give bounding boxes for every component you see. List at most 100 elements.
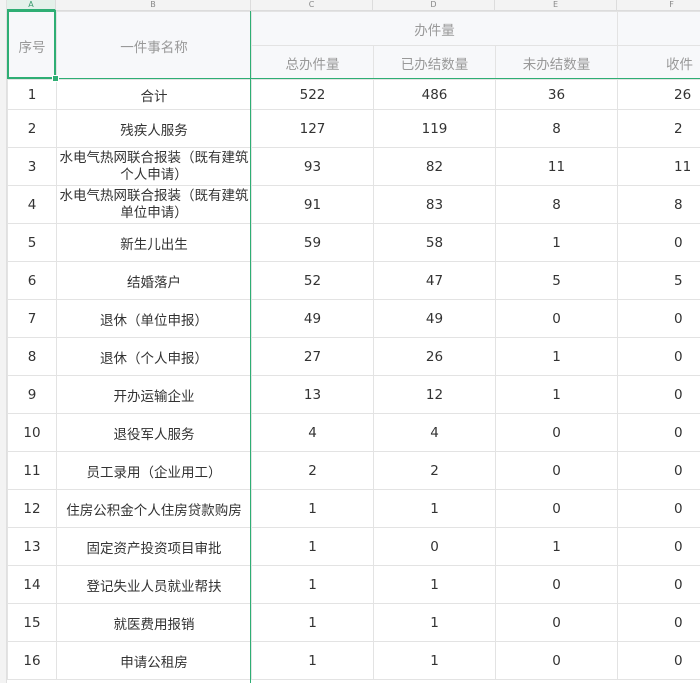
cell-received[interactable]: 0 xyxy=(617,565,700,604)
cell-pending[interactable]: 0 xyxy=(494,565,619,604)
cell-done[interactable]: 0 xyxy=(373,527,496,566)
cell-pending[interactable]: 5 xyxy=(494,261,619,300)
cell-pending[interactable]: 1 xyxy=(494,337,619,376)
cell-name[interactable]: 开办运输企业 xyxy=(56,375,252,414)
cell-done[interactable]: 49 xyxy=(373,299,496,338)
cell-total[interactable]: 49 xyxy=(251,299,374,338)
fill-handle[interactable] xyxy=(52,75,59,82)
cell-seq[interactable]: 13 xyxy=(7,527,57,566)
cell-name[interactable]: 登记失业人员就业帮扶 xyxy=(56,565,252,604)
cell-done[interactable]: 82 xyxy=(373,147,496,186)
column-header-a[interactable]: A xyxy=(7,0,56,11)
cell-seq[interactable]: 6 xyxy=(7,261,57,300)
cell-seq[interactable]: 7 xyxy=(7,299,57,338)
cell-total[interactable]: 13 xyxy=(251,375,374,414)
cell-name[interactable]: 新生儿出生 xyxy=(56,223,252,262)
cell-total[interactable]: 93 xyxy=(251,147,374,186)
cell-received[interactable]: 0 xyxy=(617,375,700,414)
header-seq[interactable]: 序号 xyxy=(7,11,57,80)
cell-name[interactable]: 水电气热网联合报装（既有建筑个人申请） xyxy=(56,147,252,186)
cell-seq[interactable]: 12 xyxy=(7,489,57,528)
cell-name[interactable]: 残疾人服务 xyxy=(56,109,252,148)
cell-received[interactable]: 11 xyxy=(617,147,700,186)
cell-pending[interactable]: 0 xyxy=(494,413,619,452)
cell-received[interactable]: 0 xyxy=(617,413,700,452)
cell-received[interactable]: 0 xyxy=(617,603,700,642)
cell-pending[interactable]: 1 xyxy=(494,375,619,414)
cell-pending[interactable]: 0 xyxy=(494,451,619,490)
cell-name[interactable]: 就医费用报销 xyxy=(56,603,252,642)
cell-pending[interactable]: 0 xyxy=(494,641,619,680)
cell-seq[interactable]: 5 xyxy=(7,223,57,262)
cell-name[interactable]: 住房公积金个人住房贷款购房 xyxy=(56,489,252,528)
header-pending[interactable]: 未办结数量 xyxy=(494,45,619,80)
cell-pending[interactable]: 0 xyxy=(494,603,619,642)
header-received[interactable]: 收件 xyxy=(617,45,700,80)
column-header-e[interactable]: E xyxy=(495,0,617,11)
cell-name[interactable]: 固定资产投资项目审批 xyxy=(56,527,252,566)
cell-received[interactable]: 26 xyxy=(617,79,700,110)
cell-total[interactable]: 522 xyxy=(251,79,374,110)
header-group-cont[interactable] xyxy=(617,11,700,46)
cell-done[interactable]: 1 xyxy=(373,603,496,642)
cell-seq[interactable]: 14 xyxy=(7,565,57,604)
cell-total[interactable]: 1 xyxy=(251,603,374,642)
cell-name[interactable]: 退休（个人申报） xyxy=(56,337,252,376)
cell-total[interactable]: 27 xyxy=(251,337,374,376)
cell-total[interactable]: 1 xyxy=(251,641,374,680)
column-header-b[interactable]: B xyxy=(56,0,251,11)
cell-done[interactable]: 12 xyxy=(373,375,496,414)
cell-received[interactable]: 0 xyxy=(617,299,700,338)
cell-seq[interactable]: 8 xyxy=(7,337,57,376)
cell-total[interactable]: 1 xyxy=(251,489,374,528)
header-group[interactable]: 办件量 xyxy=(250,11,619,46)
cell-pending[interactable]: 8 xyxy=(494,109,619,148)
cell-pending[interactable]: 1 xyxy=(494,223,619,262)
cell-total[interactable]: 1 xyxy=(251,565,374,604)
cell-total[interactable]: 2 xyxy=(251,451,374,490)
cell-done[interactable]: 47 xyxy=(373,261,496,300)
cell-seq[interactable]: 16 xyxy=(7,641,57,680)
cell-done[interactable]: 2 xyxy=(373,451,496,490)
cell-name[interactable]: 退休（单位申报） xyxy=(56,299,252,338)
cell-seq[interactable]: 2 xyxy=(7,109,57,148)
cell-seq[interactable]: 11 xyxy=(7,451,57,490)
cell-seq[interactable]: 3 xyxy=(7,147,57,186)
cell-total[interactable]: 4 xyxy=(251,413,374,452)
header-done[interactable]: 已办结数量 xyxy=(373,45,496,80)
cell-done[interactable]: 119 xyxy=(373,109,496,148)
cell-seq[interactable]: 9 xyxy=(7,375,57,414)
cell-pending[interactable]: 11 xyxy=(494,147,619,186)
cell-done[interactable]: 26 xyxy=(373,337,496,376)
cell-done[interactable]: 1 xyxy=(373,489,496,528)
cell-received[interactable]: 0 xyxy=(617,223,700,262)
column-header-f[interactable]: F xyxy=(617,0,700,11)
cell-total[interactable]: 52 xyxy=(251,261,374,300)
header-name[interactable]: 一件事名称 xyxy=(56,11,252,80)
cell-received[interactable]: 5 xyxy=(617,261,700,300)
cell-done[interactable]: 83 xyxy=(373,185,496,224)
cell-name[interactable]: 申请公租房 xyxy=(56,641,252,680)
cell-received[interactable]: 0 xyxy=(617,641,700,680)
column-header-d[interactable]: D xyxy=(373,0,495,11)
cell-seq[interactable]: 15 xyxy=(7,603,57,642)
cell-pending[interactable]: 1 xyxy=(494,527,619,566)
cell-done[interactable]: 4 xyxy=(373,413,496,452)
cell-name[interactable]: 水电气热网联合报装（既有建筑单位申请） xyxy=(56,185,252,224)
cell-pending[interactable]: 8 xyxy=(494,185,619,224)
cell-pending[interactable]: 0 xyxy=(494,489,619,528)
cell-total[interactable]: 59 xyxy=(251,223,374,262)
cell-done[interactable]: 486 xyxy=(373,79,496,110)
cell-received[interactable]: 8 xyxy=(617,185,700,224)
cell-received[interactable]: 0 xyxy=(617,527,700,566)
cell-total[interactable]: 91 xyxy=(251,185,374,224)
cell-done[interactable]: 1 xyxy=(373,565,496,604)
cell-received[interactable]: 0 xyxy=(617,451,700,490)
column-header-c[interactable]: C xyxy=(251,0,373,11)
cell-received[interactable]: 2 xyxy=(617,109,700,148)
cell-name[interactable]: 退役军人服务 xyxy=(56,413,252,452)
cell-total[interactable]: 127 xyxy=(251,109,374,148)
cell-seq[interactable]: 4 xyxy=(7,185,57,224)
cell-name[interactable]: 结婚落户 xyxy=(56,261,252,300)
cell-done[interactable]: 58 xyxy=(373,223,496,262)
